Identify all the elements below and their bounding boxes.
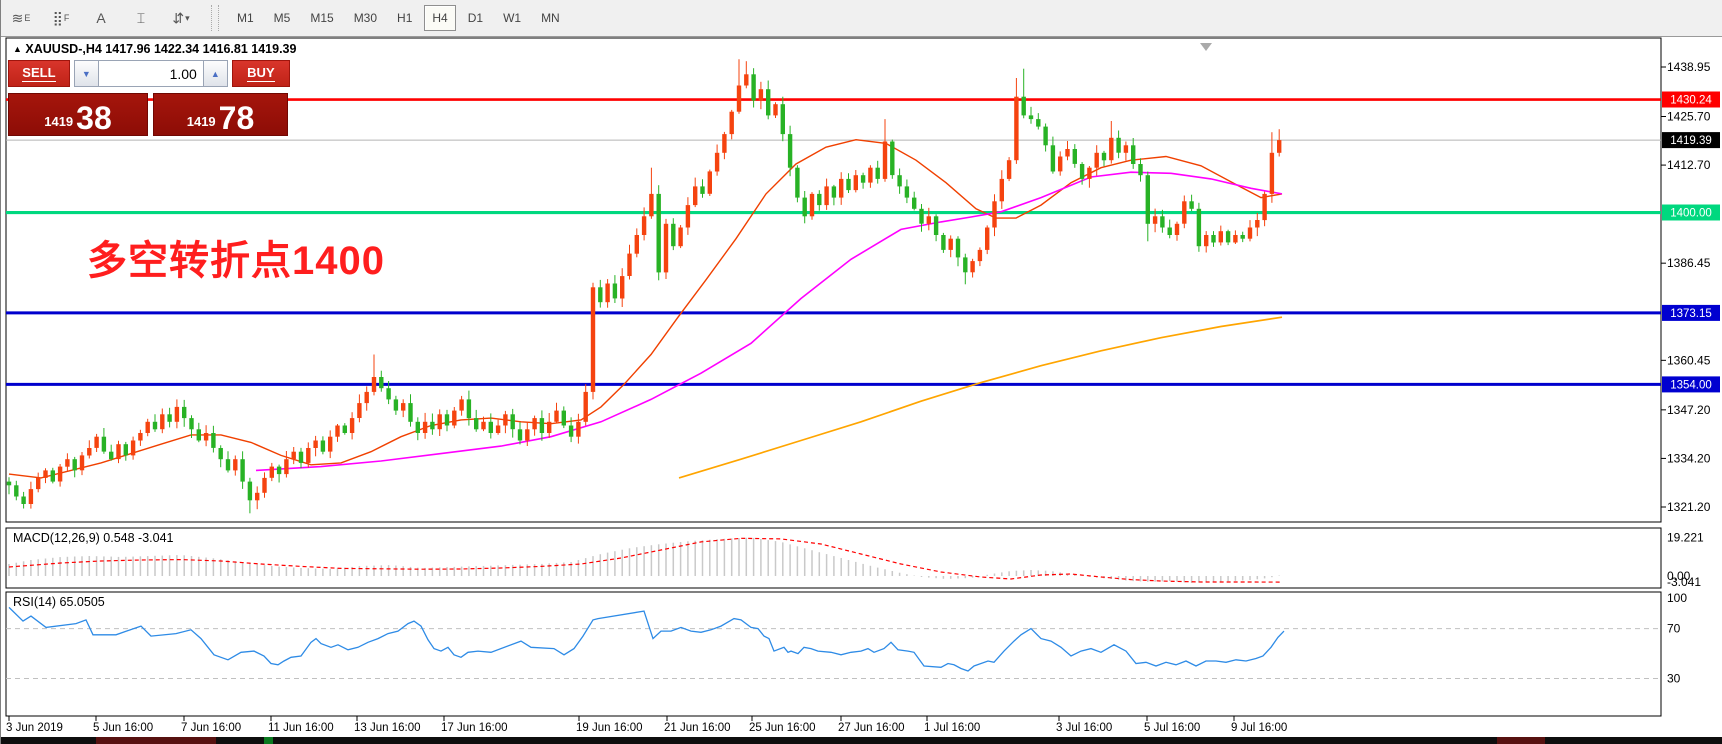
- buy-price-pips: 78: [219, 103, 255, 133]
- timeframe-button-w1[interactable]: W1: [495, 5, 529, 31]
- time-axis-label: 27 Jun 16:00: [838, 722, 905, 734]
- sell-button[interactable]: SELL: [8, 60, 70, 87]
- symbol-name: XAUUSD-,H4: [25, 42, 101, 56]
- toolbar-separator: [211, 5, 219, 31]
- sell-price-whole: 1419: [44, 114, 73, 129]
- price-axis-label: 1347.20: [1667, 403, 1711, 417]
- timeframe-button-m30[interactable]: M30: [346, 5, 385, 31]
- timeframe-button-m5[interactable]: M5: [266, 5, 299, 31]
- price-badge-label: 1430.24: [1670, 95, 1712, 107]
- time-axis-label: 25 Jun 16:00: [749, 722, 816, 734]
- time-axis-label: 5 Jul 16:00: [1144, 722, 1200, 734]
- volume-input[interactable]: [99, 60, 203, 87]
- volume-increase-button[interactable]: ▲: [203, 60, 228, 87]
- price-badge-label: 1419.39: [1670, 135, 1712, 147]
- buy-button-label: BUY: [247, 65, 274, 82]
- elliott-wave-tool-icon[interactable]: ≋E: [4, 4, 38, 32]
- bottom-edge-fragment: [96, 737, 216, 744]
- sell-button-label: SELL: [22, 65, 55, 82]
- text-tool-icon[interactable]: ⌶: [124, 4, 158, 32]
- time-axis-label: 7 Jun 16:00: [181, 722, 241, 734]
- time-axis-label: 19 Jun 16:00: [576, 722, 643, 734]
- time-axis-label: 3 Jun 2019: [6, 722, 63, 734]
- rsi-axis-label: 100: [1667, 591, 1687, 605]
- arrows-tool-icon[interactable]: ⇵▾: [164, 4, 198, 32]
- time-axis-label: 5 Jun 16:00: [93, 722, 153, 734]
- time-axis-label: 17 Jun 16:00: [441, 722, 508, 734]
- time-axis-label: 9 Jul 16:00: [1231, 722, 1287, 734]
- volume-stepper: ▼ ▲: [74, 60, 228, 87]
- timeframe-button-mn[interactable]: MN: [533, 5, 568, 31]
- price-badge-label: 1354.00: [1670, 379, 1712, 391]
- text-label-tool-icon[interactable]: A: [84, 4, 118, 32]
- price-axis-label: 1360.45: [1667, 353, 1711, 367]
- rsi-axis-label: 30: [1667, 672, 1681, 686]
- chart-annotation-text: 多空转折点1400: [87, 228, 385, 286]
- toolbar: ≋E⣿FA⌶⇵▾ M1M5M15M30H1H4D1W1MN: [1, 0, 1722, 37]
- time-axis-label: 3 Jul 16:00: [1056, 722, 1112, 734]
- drawing-tools-group: ≋E⣿FA⌶⇵▾: [1, 4, 201, 32]
- collapse-icon[interactable]: ▲: [13, 44, 22, 54]
- time-axis-label: 1 Jul 16:00: [924, 722, 980, 734]
- buy-button[interactable]: BUY: [232, 60, 290, 87]
- price-axis: 1438.95 1425.70 1412.70 1386.45 1360.45 1347.…: [1661, 60, 1720, 514]
- price-axis-label: 1412.70: [1667, 158, 1711, 172]
- symbol-header: ▲ XAUUSD-,H4 1417.96 1422.34 1416.81 141…: [13, 42, 296, 56]
- time-axis: 3 Jun 2019 5 Jun 16:00 7 Jun 16:00 11 Jun 1…: [6, 716, 1287, 734]
- rsi-axis-label: 70: [1667, 622, 1681, 636]
- fibonacci-tool-icon[interactable]: ⣿F: [44, 4, 78, 32]
- timeframe-button-h1[interactable]: H1: [389, 5, 420, 31]
- buy-price-whole: 1419: [187, 114, 216, 129]
- time-axis-label: 11 Jun 16:00: [268, 722, 334, 734]
- trading-platform-window: ≋E⣿FA⌶⇵▾ M1M5M15M30H1H4D1W1MN 1438.95 142…: [0, 0, 1722, 744]
- bottom-edge-fragment: [1497, 737, 1545, 744]
- buy-price-display[interactable]: 1419 78: [153, 93, 288, 136]
- timeframe-button-d1[interactable]: D1: [460, 5, 491, 31]
- macd-label: MACD(12,26,9) 0.548 -3.041: [13, 531, 174, 545]
- timeframe-button-m1[interactable]: M1: [229, 5, 262, 31]
- sell-price-display[interactable]: 1419 38: [8, 93, 148, 136]
- timeframe-button-m15[interactable]: M15: [302, 5, 341, 31]
- bottom-window-edge: [1, 737, 1722, 744]
- price-axis-label: 1334.20: [1667, 451, 1711, 465]
- sell-price-pips: 38: [76, 103, 112, 133]
- rsi-label: RSI(14) 65.0505: [13, 595, 105, 609]
- time-axis-label: 13 Jun 16:00: [354, 722, 421, 734]
- price-badge-label: 1373.15: [1670, 308, 1712, 320]
- price-axis-label: 1321.20: [1667, 500, 1711, 514]
- one-click-trading-panel: SELL ▼ ▲ BUY 1419 38 1419 78: [8, 60, 290, 136]
- symbol-ohlc: 1417.96 1422.34 1416.81 1419.39: [105, 42, 296, 56]
- timeframe-button-h4[interactable]: H4: [424, 5, 455, 31]
- price-axis-label: 1438.95: [1667, 60, 1711, 74]
- price-axis-label: 1386.45: [1667, 256, 1711, 270]
- timeframe-group: M1M5M15M30H1H4D1W1MN: [227, 5, 570, 31]
- time-axis-label: 21 Jun 16:00: [664, 722, 731, 734]
- volume-decrease-button[interactable]: ▼: [74, 60, 99, 87]
- macd-axis-label: 19.221: [1667, 531, 1704, 545]
- bottom-edge-fragment: [264, 737, 273, 744]
- price-axis-label: 1425.70: [1667, 110, 1711, 124]
- macd-axis-label: -3.041: [1667, 575, 1701, 589]
- price-badge-label: 1400.00: [1670, 208, 1712, 220]
